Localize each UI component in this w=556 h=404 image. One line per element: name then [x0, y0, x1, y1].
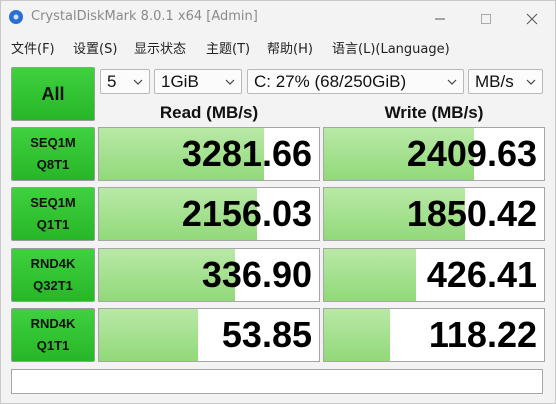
write-header: Write (MB/s)	[384, 103, 484, 122]
read-value: 2156.03	[181, 193, 312, 234]
chevron-down-icon	[526, 79, 536, 85]
read-result-cell: 2156.03	[98, 187, 320, 241]
unit-select[interactable]: MB/s	[468, 69, 543, 94]
test-button-rnd4k-q1t1[interactable]: RND4K Q1T1	[11, 308, 95, 362]
test-button-rnd4k-q32t1[interactable]: RND4K Q32T1	[11, 248, 95, 302]
test-params: Q1T1	[36, 217, 70, 232]
menu-language[interactable]: 语言(L)(Language)	[332, 38, 450, 57]
title-bar[interactable]: CrystalDiskMark 8.0.1 x64 [Admin]	[1, 1, 555, 35]
write-value: 1850.42	[406, 193, 537, 234]
unit-value: MB/s	[475, 72, 514, 91]
read-value: 3281.66	[181, 133, 312, 174]
read-result-cell: 3281.66	[98, 127, 320, 181]
all-button[interactable]: All	[11, 67, 95, 121]
window-title: CrystalDiskMark 8.0.1 x64 [Admin]	[31, 9, 258, 24]
app-icon	[9, 10, 23, 24]
test-name: RND4K	[30, 316, 76, 331]
test-button-seq1m-q1t1[interactable]: SEQ1M Q1T1	[11, 187, 95, 241]
minimize-button[interactable]	[417, 1, 463, 35]
close-icon	[526, 13, 538, 25]
write-result-cell: 118.22	[323, 308, 545, 362]
comment-input[interactable]	[11, 369, 543, 394]
app-window: CrystalDiskMark 8.0.1 x64 [Admin] 文件(F) …	[0, 0, 556, 404]
close-button[interactable]	[509, 1, 555, 35]
maximize-button[interactable]	[463, 1, 509, 35]
read-value: 53.85	[221, 314, 312, 355]
write-result-cell: 2409.63	[323, 127, 545, 181]
test-button-seq1m-q8t1[interactable]: SEQ1M Q8T1	[11, 127, 95, 181]
count-select[interactable]: 5	[100, 69, 150, 94]
chevron-down-icon	[133, 79, 143, 85]
test-name: SEQ1M	[30, 135, 76, 150]
test-params: Q32T1	[33, 278, 73, 293]
write-value: 118.22	[428, 314, 537, 355]
write-bar	[324, 249, 417, 301]
chevron-down-icon	[447, 79, 457, 85]
menu-bar: 文件(F) 设置(S) 显示状态 主题(T) 帮助(H) 语言(L)(Langu…	[1, 35, 555, 57]
read-value: 336.90	[201, 254, 312, 295]
test-name: RND4K	[30, 256, 76, 271]
minimize-icon	[435, 18, 445, 20]
write-result-cell: 426.41	[323, 248, 545, 302]
count-value: 5	[107, 72, 117, 91]
write-value: 426.41	[426, 254, 537, 295]
read-header: Read (MB/s)	[159, 103, 259, 122]
menu-settings[interactable]: 设置(S)	[73, 38, 117, 57]
menu-theme[interactable]: 主题(T)	[206, 38, 250, 57]
drive-select[interactable]: C: 27% (68/250GiB)	[247, 69, 464, 94]
test-params: Q8T1	[36, 157, 70, 172]
size-select[interactable]: 1GiB	[154, 69, 242, 94]
test-name: SEQ1M	[30, 195, 76, 210]
menu-help[interactable]: 帮助(H)	[267, 38, 313, 57]
test-params: Q1T1	[36, 338, 70, 353]
size-value: 1GiB	[161, 72, 199, 91]
drive-value: C: 27% (68/250GiB)	[254, 72, 407, 91]
write-result-cell: 1850.42	[323, 187, 545, 241]
maximize-icon	[481, 14, 491, 24]
menu-display[interactable]: 显示状态	[134, 38, 186, 57]
chevron-down-icon	[225, 79, 235, 85]
read-result-cell: 336.90	[98, 248, 320, 302]
read-bar	[99, 309, 198, 361]
write-bar	[324, 309, 390, 361]
menu-file[interactable]: 文件(F)	[11, 38, 55, 57]
read-result-cell: 53.85	[98, 308, 320, 362]
write-value: 2409.63	[406, 133, 537, 174]
